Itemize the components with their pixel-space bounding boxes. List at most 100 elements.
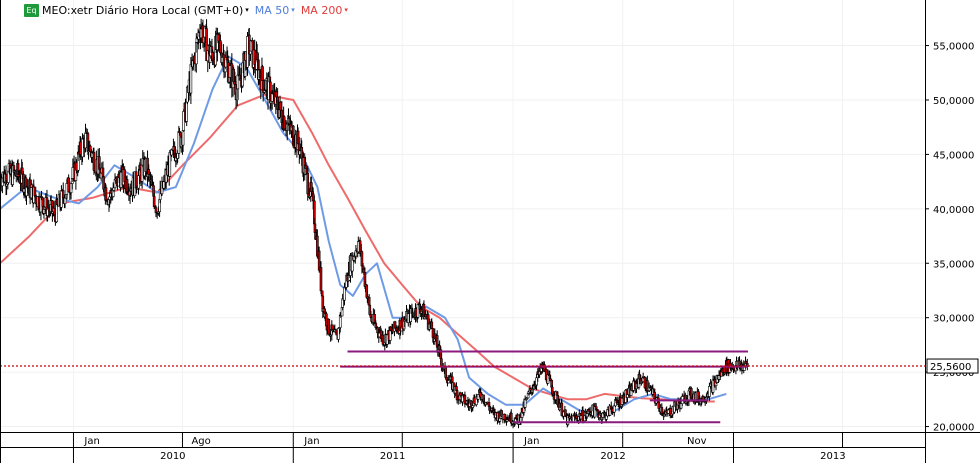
price-candle: [430, 321, 434, 329]
price-candle: [440, 358, 443, 367]
price-candle: [261, 66, 264, 81]
price-candle: [69, 183, 73, 193]
price-candle: [63, 197, 67, 204]
price-candle: [319, 267, 323, 292]
price-candle: [638, 374, 641, 380]
price-candle: [84, 132, 87, 149]
price-candle: [89, 145, 92, 152]
chevron-down-icon: ▾: [291, 6, 295, 14]
price-candle: [296, 130, 300, 145]
price-candle: [20, 167, 24, 175]
price-candle: [310, 182, 313, 192]
price-candle: [42, 209, 46, 214]
price-candle: [300, 146, 304, 159]
ma50-label: MA 50: [254, 3, 290, 17]
price-candle: [535, 377, 538, 386]
y-tick-label: 40,0000: [933, 205, 974, 216]
price-candle: [255, 52, 259, 61]
price-candle: [362, 268, 366, 273]
x-month-label: Jan: [303, 436, 319, 447]
price-candle: [101, 167, 105, 178]
price-candle: [162, 181, 166, 189]
y-tick-label: 55,0000: [933, 42, 974, 53]
price-candle: [374, 323, 378, 328]
price-candle: [376, 327, 379, 334]
price-candle: [33, 186, 37, 197]
price-candle: [181, 130, 185, 146]
price-candle: [17, 174, 20, 177]
price-chart[interactable]: 20,000025,000030,000035,000040,000045,00…: [0, 0, 980, 463]
price-candle: [438, 345, 441, 351]
price-candle: [367, 296, 371, 306]
y-tick-label: 20,0000: [933, 423, 974, 434]
price-candle: [320, 290, 324, 297]
y-tick-label: 50,0000: [933, 96, 974, 107]
equity-badge[interactable]: Eq: [24, 3, 39, 17]
ma200-label: MA 200: [300, 3, 343, 17]
chart-area[interactable]: 20,0000 25,0000 30,0000 35,0000 40,0000 45,00…: [0, 0, 980, 463]
price-candle: [219, 40, 222, 54]
price-candle: [393, 321, 397, 329]
price-candle: [125, 179, 129, 192]
x-month-label: Jan: [83, 436, 99, 447]
price-candle: [327, 318, 331, 335]
price-candle: [147, 169, 151, 175]
price-candle: [67, 177, 70, 192]
price-candle: [605, 415, 608, 420]
price-candle: [476, 394, 480, 400]
chevron-down-icon: ▾: [344, 6, 348, 14]
y-tick-label: 30,0000: [933, 314, 974, 325]
x-year-label: 2010: [160, 451, 185, 462]
chevron-down-icon: ▾: [245, 6, 249, 14]
x-year-label: 2011: [380, 451, 405, 462]
price-candle: [360, 251, 364, 267]
chart-header: Eq MEO:xetr Diário Hora Local (GMT+0) ▾ …: [24, 2, 354, 18]
ma50-legend[interactable]: MA 50 ▾: [255, 4, 295, 17]
price-candle: [660, 407, 664, 415]
ma200-legend[interactable]: MA 200 ▾: [301, 4, 348, 17]
price-candle: [232, 68, 235, 82]
price-candle: [108, 196, 111, 200]
symbol-label[interactable]: MEO:xetr Diário Hora Local (GMT+0) ▾: [42, 4, 249, 17]
price-candle: [41, 197, 45, 207]
price-candle: [104, 187, 108, 201]
y-tick-label: 35,0000: [933, 259, 974, 270]
price-candle: [337, 327, 340, 340]
price-candle: [189, 63, 193, 94]
price-candle: [612, 405, 616, 413]
price-candle: [550, 386, 554, 395]
price-candle: [444, 366, 447, 378]
price-candle: [61, 190, 65, 199]
y-tick-label: 45,0000: [933, 150, 974, 161]
price-candle: [334, 329, 338, 334]
price-candle: [168, 152, 172, 177]
price-candle: [523, 399, 527, 408]
price-candle: [311, 193, 315, 202]
price-candle: [92, 152, 96, 171]
symbol-text: MEO:xetr Diário Hora Local (GMT+0): [42, 3, 244, 17]
price-candle: [275, 91, 278, 98]
price-candle: [112, 187, 116, 191]
price-candle: [217, 34, 220, 42]
x-month-label: Nov: [687, 436, 707, 447]
price-candle: [249, 50, 252, 55]
x-year-label: 2012: [600, 451, 625, 462]
price-candle: [176, 153, 179, 159]
price-candle: [185, 101, 188, 122]
price-candle: [343, 286, 346, 301]
price-candle: [134, 171, 138, 189]
price-candle: [306, 173, 310, 195]
price-candle: [708, 386, 711, 397]
price-candle: [304, 165, 308, 169]
price-candle: [368, 304, 372, 315]
x-month-label: Ago: [191, 436, 210, 447]
price-candle: [585, 413, 589, 418]
last-price-label: 25,5600: [930, 362, 971, 373]
price-candle: [152, 195, 156, 207]
price-candle: [282, 116, 286, 130]
price-candle: [279, 101, 282, 111]
price-candle: [626, 394, 629, 398]
price-candle: [137, 175, 140, 189]
x-month-label: Jan: [523, 436, 539, 447]
price-candle: [498, 418, 502, 422]
